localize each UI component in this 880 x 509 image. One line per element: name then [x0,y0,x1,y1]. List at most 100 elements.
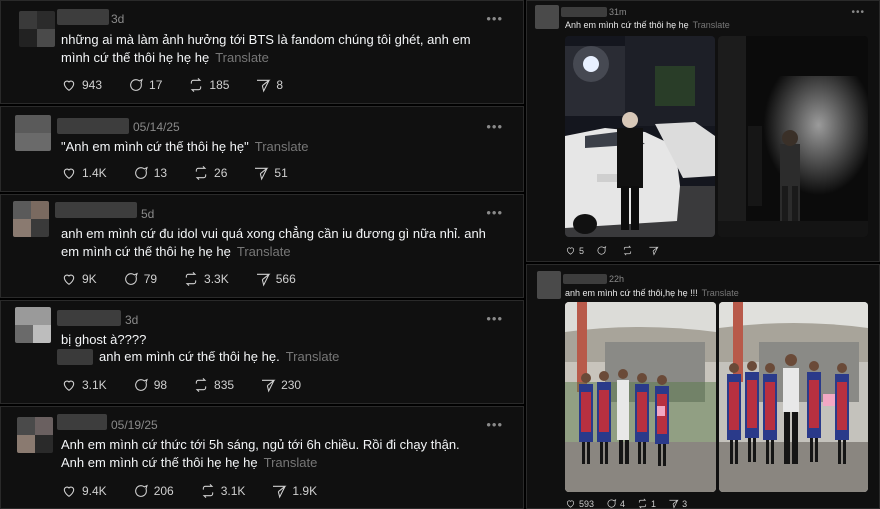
share-count: 566 [275,272,296,286]
avatar[interactable] [19,11,55,47]
more-icon[interactable]: ••• [486,119,503,134]
reply-button[interactable]: 13 [133,165,167,181]
like-button[interactable]: 593 [565,498,594,509]
post-body: anh em mình cứ thế thôi,hẹ hẹ !!! [565,288,698,298]
share-button[interactable]: 51 [253,165,288,181]
translate-link[interactable]: Translate [255,139,309,154]
quoted-text: anh em mình cứ thế thôi hẹ hẹ. Translate [99,348,493,366]
share-button[interactable]: 1.9K [271,483,317,499]
post-card[interactable]: 3d ••• bị ghost à???? anh em mình cứ thế… [0,300,524,404]
post-photo[interactable] [719,302,868,492]
reply-count: 13 [153,166,168,180]
username-blurred[interactable] [561,7,607,17]
translate-link[interactable]: Translate [702,288,739,298]
share-button[interactable] [648,245,662,256]
reply-button[interactable]: 4 [606,498,625,509]
repost-button[interactable] [622,245,636,256]
left-column: 3d ••• những ai mà làm ảnh hưởng tới BTS… [0,0,524,509]
avatar[interactable] [535,5,559,29]
reply-button[interactable]: 98 [133,377,167,393]
reply-button[interactable]: 79 [123,271,157,287]
username-blurred[interactable] [55,202,137,218]
heart-icon [63,274,75,285]
like-button[interactable]: 1.4K [61,165,107,181]
photo-dark-corridor [718,36,868,237]
repost-button[interactable]: 1 [637,498,656,509]
comment-icon [134,378,148,391]
post-text: anh em mình cứ thế thôi,hẹ hẹ !!! Transla… [565,288,739,298]
like-count: 3.1K [82,378,107,392]
share-button[interactable]: 566 [255,271,296,287]
post-card[interactable]: 3d ••• những ai mà làm ảnh hưởng tới BTS… [0,0,524,104]
post-photo[interactable] [565,36,715,237]
post-time: 31m [609,7,627,17]
post-card[interactable]: 05/19/25 ••• Anh em mình cứ thức tới 5h … [0,406,524,509]
more-icon[interactable]: ••• [486,417,503,432]
post-actions: 3.1K 98 835 230 [61,377,327,393]
post-photo[interactable] [718,36,868,237]
username-blurred[interactable] [57,414,107,430]
username-blurred[interactable] [57,310,121,326]
translate-link[interactable]: Translate [215,50,269,65]
more-icon[interactable]: ••• [486,311,503,326]
quoted-avatar-blurred[interactable] [57,349,93,365]
post-time: 3d [125,313,139,327]
more-icon[interactable]: ••• [851,7,865,18]
post-photo[interactable] [565,302,716,492]
post-card[interactable]: 5d ••• anh em mình cứ đu idol vui quá xo… [0,194,524,298]
post-card[interactable]: 31m ••• Anh em mình cứ thế thôi hẹ hẹ Tra… [526,0,880,262]
post-time: 5d [141,207,155,221]
avatar[interactable] [537,271,561,299]
username-blurred[interactable] [563,274,607,284]
heart-icon [63,168,75,179]
reply-button[interactable] [596,245,610,256]
repost-icon [202,483,214,499]
comment-icon [607,499,617,508]
reply-button[interactable]: 17 [128,77,162,93]
like-button[interactable]: 943 [61,77,102,93]
share-button[interactable]: 3 [668,498,687,509]
share-button[interactable]: 230 [260,377,301,393]
repost-button[interactable]: 3.1K [200,483,245,499]
share-icon [649,246,659,256]
like-button[interactable]: 5 [565,245,584,256]
like-button[interactable]: 3.1K [61,377,107,393]
avatar[interactable] [17,417,53,453]
translate-link[interactable]: Translate [693,20,730,30]
translate-link[interactable]: Translate [286,349,340,364]
post-card[interactable]: 22h anh em mình cứ thế thôi,hẹ hẹ !!! Tra… [526,264,880,509]
like-button[interactable]: 9.4K [61,483,107,499]
translate-link[interactable]: Translate [237,244,291,259]
username-blurred[interactable] [57,9,109,25]
avatar[interactable] [15,115,51,151]
heart-icon [566,247,575,255]
avatar[interactable] [15,307,51,343]
share-button[interactable]: 8 [255,77,283,93]
comment-icon [134,484,148,497]
post-text: những ai mà làm ảnh hưởng tới BTS là fan… [61,31,493,67]
post-text: bị ghost à???? [61,332,147,347]
heart-icon [566,500,575,508]
reply-button[interactable]: 206 [133,483,174,499]
repost-button[interactable]: 3.3K [183,271,229,287]
comment-icon [597,246,607,255]
post-body: Anh em mình cứ thức tới 5h sáng, ngủ tới… [61,437,460,470]
right-column: 31m ••• Anh em mình cứ thế thôi hẹ hẹ Tra… [526,0,880,509]
post-text: Anh em mình cứ thế thôi hẹ hẹ Translate [565,20,730,30]
heart-icon [63,486,75,497]
more-icon[interactable]: ••• [486,205,503,220]
post-text: "Anh em mình cứ thế thôi hẹ hẹ" Translate [61,138,493,156]
repost-button[interactable]: 835 [193,377,234,393]
repost-button[interactable]: 26 [193,165,227,181]
translate-link[interactable]: Translate [264,455,318,470]
photo-graduation-group [565,302,716,492]
like-button[interactable]: 9K [61,271,97,287]
more-icon[interactable]: ••• [486,11,503,26]
post-card[interactable]: 05/14/25 ••• "Anh em mình cứ thế thôi hẹ… [0,106,524,192]
username-blurred[interactable] [57,118,129,134]
share-icon [257,79,271,93]
repost-icon [195,377,207,393]
avatar[interactable] [13,201,49,237]
repost-button[interactable]: 185 [188,77,229,93]
like-count: 9.4K [82,484,107,498]
